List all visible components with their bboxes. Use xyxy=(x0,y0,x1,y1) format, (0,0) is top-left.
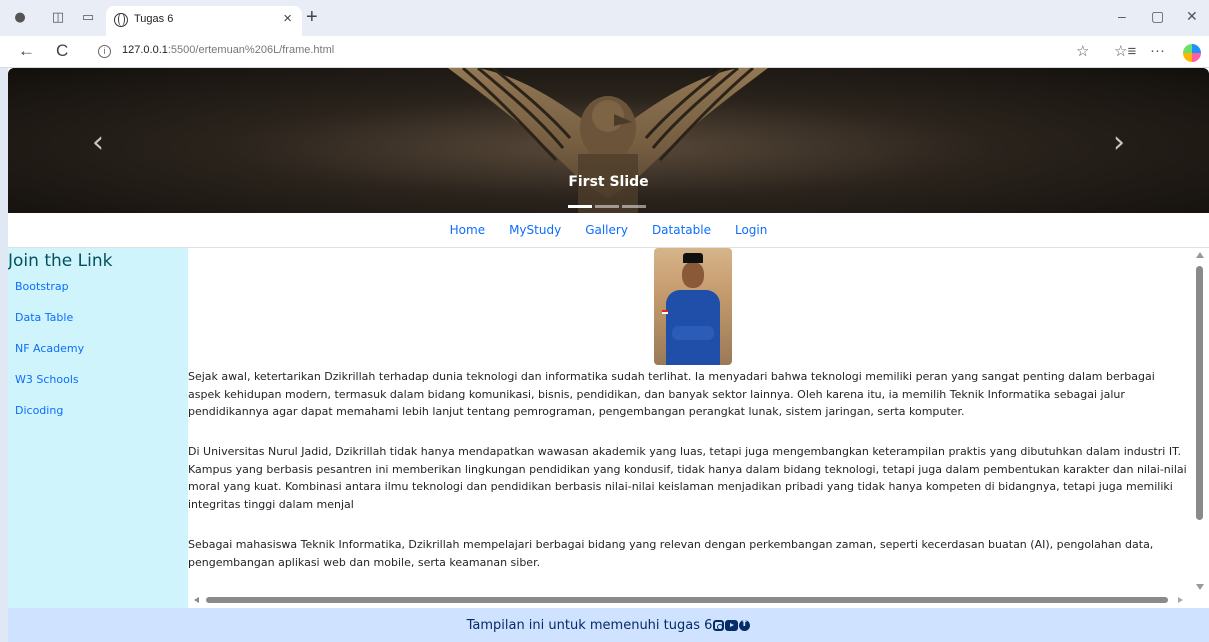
tab-close-button[interactable]: × xyxy=(283,10,292,27)
sidebar-title: Join the Link xyxy=(8,251,113,271)
url-path: :5500/ertemuan%206L/frame.html xyxy=(167,44,335,56)
nav-login[interactable]: Login xyxy=(735,223,767,237)
photo-flag-patch xyxy=(662,310,668,314)
horizontal-scroll-thumb[interactable] xyxy=(206,597,1168,603)
nav-mystudy[interactable]: MyStudy xyxy=(509,223,561,237)
sidebar-link-data-table[interactable]: Data Table xyxy=(8,304,188,324)
url-field[interactable]: 127.0.0.1:5500/ertemuan%206L/frame.html xyxy=(122,44,334,56)
favorite-star-icon[interactable]: ☆ xyxy=(1076,42,1089,60)
workspaces-icon[interactable]: ◫ xyxy=(50,10,66,26)
more-menu-icon[interactable]: ··· xyxy=(1150,42,1165,59)
scroll-left-arrow-icon[interactable] xyxy=(194,597,199,603)
sidebar-link-nf-academy[interactable]: NF Academy xyxy=(8,335,188,355)
site-info-icon[interactable]: i xyxy=(98,45,111,58)
paragraph-3: Sebagai mahasiswa Teknik Informatika, Dz… xyxy=(188,538,1154,569)
back-button[interactable]: ← xyxy=(18,41,35,61)
top-navigation: Home MyStudy Gallery Datatable Login xyxy=(8,213,1209,248)
nav-datatable[interactable]: Datatable xyxy=(652,223,711,237)
profile-photo xyxy=(654,248,732,365)
scroll-right-arrow-icon[interactable] xyxy=(1178,597,1183,603)
window-close-button[interactable]: ✕ xyxy=(1186,8,1198,25)
paragraph-2: Di Universitas Nurul Jadid, Dzikrillah t… xyxy=(188,445,1187,511)
social-icons xyxy=(712,618,751,635)
footer-label: Tampilan ini untuk memenuhi tugas 6 xyxy=(466,618,713,633)
photo-arms xyxy=(672,326,714,340)
sidebar: Join the Link Bootstrap Data Table NF Ac… xyxy=(8,248,188,608)
address-bar: ← C i 127.0.0.1:5500/ertemuan%206L/frame… xyxy=(0,36,1209,68)
paragraph-1: Sejak awal, ketertarikan Dzikrillah terh… xyxy=(188,370,1155,418)
reload-button[interactable]: C xyxy=(56,41,68,61)
globe-icon xyxy=(114,13,128,27)
carousel: ‹ › First Slide xyxy=(8,68,1209,213)
carousel-indicators xyxy=(568,205,646,208)
tab-actions-icon[interactable]: ▭ xyxy=(80,10,96,26)
sidebar-link-dicoding[interactable]: Dicoding xyxy=(8,397,188,417)
favorites-list-icon[interactable]: ☆≡ xyxy=(1114,42,1136,60)
carousel-indicator-1[interactable] xyxy=(568,205,592,208)
sidebar-link-w3-schools[interactable]: W3 Schools xyxy=(8,366,188,386)
scroll-down-arrow-icon[interactable] xyxy=(1196,584,1204,590)
carousel-indicator-3[interactable] xyxy=(622,205,646,208)
page-viewport: ‹ › First Slide Home MyStudy Gallery Dat… xyxy=(8,68,1209,642)
footer-text: Tampilan ini untuk memenuhi tugas 6 xyxy=(467,618,751,635)
restore-button[interactable]: ▢ xyxy=(1151,8,1164,25)
carousel-caption: First Slide xyxy=(568,174,649,190)
carousel-indicator-2[interactable] xyxy=(595,205,619,208)
url-host: 127.0.0.1 xyxy=(122,44,168,56)
nav-home[interactable]: Home xyxy=(450,223,485,237)
footer: Tampilan ini untuk memenuhi tugas 6 xyxy=(8,608,1209,642)
carousel-prev-button[interactable]: ‹ xyxy=(92,128,104,158)
sidebar-link-bootstrap[interactable]: Bootstrap xyxy=(8,273,188,293)
minimize-button[interactable]: – xyxy=(1118,8,1126,24)
browser-tab[interactable]: Tugas 6 × xyxy=(106,6,302,36)
copilot-icon[interactable] xyxy=(1183,44,1201,62)
carousel-next-button[interactable]: › xyxy=(1113,128,1125,158)
horizontal-scrollbar[interactable] xyxy=(188,593,1190,608)
photo-face xyxy=(682,262,704,288)
garuda-image xyxy=(448,68,768,213)
vertical-scroll-thumb[interactable] xyxy=(1196,266,1203,520)
browser-tab-bar: ● ◫ ▭ Tugas 6 × + – ▢ ✕ xyxy=(0,0,1209,36)
tab-title: Tugas 6 xyxy=(134,13,174,25)
new-tab-button[interactable]: + xyxy=(306,6,318,29)
nav-gallery[interactable]: Gallery xyxy=(585,223,628,237)
instagram-icon[interactable] xyxy=(713,620,725,631)
photo-cap xyxy=(683,253,703,263)
scroll-up-arrow-icon[interactable] xyxy=(1196,252,1204,258)
facebook-icon[interactable] xyxy=(739,618,751,631)
profile-icon[interactable]: ● xyxy=(12,10,28,26)
youtube-icon[interactable] xyxy=(725,620,739,631)
content-frame[interactable]: Sejak awal, ketertarikan Dzikrillah terh… xyxy=(188,248,1209,608)
vertical-scrollbar[interactable] xyxy=(1190,248,1209,608)
